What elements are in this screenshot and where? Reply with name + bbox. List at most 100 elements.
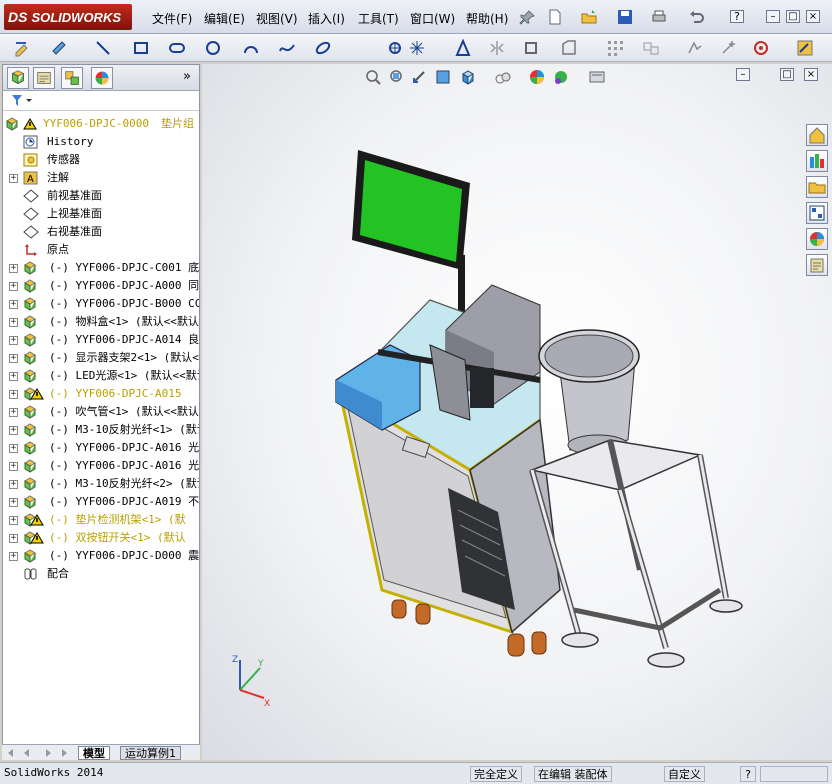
filter-icon[interactable] bbox=[11, 94, 33, 108]
viewport-minimize-icon[interactable]: – bbox=[736, 68, 750, 81]
slot-icon[interactable] bbox=[168, 39, 186, 57]
print-icon[interactable] bbox=[650, 8, 668, 26]
solidworks-resources-icon[interactable] bbox=[806, 124, 828, 146]
graphics-area[interactable]: – □ × Z Y X bbox=[202, 64, 832, 760]
section-view-icon[interactable] bbox=[434, 68, 452, 86]
expand-toggle-icon[interactable]: + bbox=[9, 444, 18, 453]
quick-snaps-icon[interactable] bbox=[752, 39, 770, 57]
tree-item[interactable]: + (-) YYF006-DPJC-A016 光 bbox=[3, 457, 199, 475]
tree-item[interactable]: + (-) 垫片检测机架<1> (默 bbox=[3, 511, 199, 529]
offset-icon[interactable] bbox=[522, 39, 540, 57]
expand-toggle-icon[interactable]: + bbox=[9, 174, 18, 183]
status-help-button[interactable]: ? bbox=[740, 766, 756, 782]
menu-window[interactable]: 窗口(W) bbox=[410, 10, 455, 27]
ellipse-icon[interactable] bbox=[314, 39, 332, 57]
tree-item[interactable]: + (-) YYF006-DPJC-A015 bbox=[3, 385, 199, 403]
status-units-field[interactable] bbox=[760, 766, 828, 782]
tree-item[interactable]: History bbox=[3, 133, 199, 151]
tree-item[interactable]: + (-) YYF006-DPJC-A016 光 bbox=[3, 439, 199, 457]
view-settings-icon[interactable] bbox=[588, 68, 606, 86]
view-palette-icon[interactable] bbox=[806, 202, 828, 224]
expand-toggle-icon[interactable]: + bbox=[9, 498, 18, 507]
circle-icon[interactable] bbox=[204, 39, 222, 57]
expand-toggle-icon[interactable]: + bbox=[9, 300, 18, 309]
tree-item[interactable]: + A 注解 bbox=[3, 169, 199, 187]
restore-button[interactable]: □ bbox=[786, 10, 800, 23]
expand-toggle-icon[interactable]: + bbox=[9, 552, 18, 561]
expand-toggle-icon[interactable]: + bbox=[9, 282, 18, 291]
feature-tree-tab-icon[interactable] bbox=[7, 67, 29, 89]
tree-item[interactable]: + (-) LED光源<1> (默认<<默认 bbox=[3, 367, 199, 385]
expand-toggle-icon[interactable]: + bbox=[9, 336, 18, 345]
solidworks-logo[interactable]: DS SOLIDWORKS bbox=[4, 4, 132, 30]
rectangle-icon[interactable] bbox=[132, 39, 150, 57]
tree-item[interactable]: + (-) YYF006-DPJC-C001 底 bbox=[3, 259, 199, 277]
help-button[interactable]: ? bbox=[730, 10, 744, 23]
expand-toggle-icon[interactable]: + bbox=[9, 516, 18, 525]
viewport-restore-icon[interactable]: □ bbox=[780, 68, 794, 81]
menu-file[interactable]: 文件(F) bbox=[152, 10, 192, 27]
linear-pattern-icon[interactable] bbox=[606, 39, 624, 57]
save-icon[interactable] bbox=[616, 8, 634, 26]
sketch-icon[interactable] bbox=[14, 39, 32, 57]
tree-item[interactable]: + (-) M3-10反射光纤<2> (默认 bbox=[3, 475, 199, 493]
tab-motion-study[interactable]: 运动算例1 bbox=[120, 746, 181, 760]
expand-toggle-icon[interactable]: + bbox=[9, 318, 18, 327]
status-custom[interactable]: 自定义 bbox=[664, 766, 705, 782]
expand-toggle-icon[interactable]: + bbox=[9, 534, 18, 543]
tree-item[interactable]: 原点 bbox=[3, 241, 199, 259]
menu-tools[interactable]: 工具(T) bbox=[358, 10, 399, 27]
rapid-sketch-icon[interactable] bbox=[796, 39, 814, 57]
arc-icon[interactable] bbox=[242, 39, 260, 57]
menu-insert[interactable]: 插入(I) bbox=[308, 10, 345, 27]
tab-model[interactable]: 模型 bbox=[78, 746, 110, 760]
centerline-icon[interactable] bbox=[408, 39, 426, 57]
expand-toggle-icon[interactable]: + bbox=[9, 372, 18, 381]
tree-item[interactable]: 传感器 bbox=[3, 151, 199, 169]
text-icon[interactable] bbox=[454, 39, 472, 57]
display-relations-icon[interactable] bbox=[686, 39, 704, 57]
tree-item[interactable]: + (-) YYF006-DPJC-D000 震 bbox=[3, 547, 199, 565]
tree-item[interactable]: + (-) 显示器支架2<1> (默认<9 bbox=[3, 349, 199, 367]
design-library-icon[interactable] bbox=[806, 150, 828, 172]
tree-root-assembly[interactable]: YYF006-DPJC-0000 垫片组 bbox=[3, 115, 199, 133]
previous-view-icon[interactable] bbox=[410, 68, 428, 86]
display-style-icon[interactable] bbox=[494, 68, 512, 86]
panel-expand-button[interactable]: » bbox=[183, 69, 191, 84]
expand-toggle-icon[interactable]: + bbox=[9, 408, 18, 417]
tree-item[interactable]: + (-) 吹气管<1> (默认<<默认> bbox=[3, 403, 199, 421]
tree-item[interactable]: + (-) YYF006-DPJC-B000 CC bbox=[3, 295, 199, 313]
tree-item[interactable]: + (-) M3-10反射光纤<1> (默认 bbox=[3, 421, 199, 439]
tree-item[interactable]: 上视基准面 bbox=[3, 205, 199, 223]
move-entities-icon[interactable] bbox=[642, 39, 660, 57]
file-explorer-icon[interactable] bbox=[806, 176, 828, 198]
zoom-area-icon[interactable] bbox=[388, 68, 406, 86]
menu-edit[interactable]: 编辑(E) bbox=[204, 10, 245, 27]
spline-icon[interactable] bbox=[278, 39, 296, 57]
viewport-close-icon[interactable]: × bbox=[804, 68, 818, 81]
tree-item[interactable]: + (-) 物料盒<1> (默认<<默认 bbox=[3, 313, 199, 331]
zoom-to-fit-icon[interactable] bbox=[364, 68, 382, 86]
minimize-button[interactable]: – bbox=[766, 10, 780, 23]
open-folder-icon[interactable] bbox=[580, 8, 598, 26]
apply-scene-icon[interactable] bbox=[552, 68, 570, 86]
expand-toggle-icon[interactable]: + bbox=[9, 390, 18, 399]
smart-dimension-icon[interactable] bbox=[50, 39, 68, 57]
edit-appearance-icon[interactable] bbox=[528, 68, 546, 86]
view-orientation-icon[interactable] bbox=[458, 68, 476, 86]
tree-item[interactable]: + (-) YYF006-DPJC-A000 同 bbox=[3, 277, 199, 295]
close-button[interactable]: × bbox=[806, 10, 820, 23]
tree-item[interactable]: + (-) YYF006-DPJC-A014 良 bbox=[3, 331, 199, 349]
menu-help[interactable]: 帮助(H) bbox=[466, 10, 508, 27]
tree-item[interactable]: 右视基准面 bbox=[3, 223, 199, 241]
menu-view[interactable]: 视图(V) bbox=[256, 10, 298, 27]
line-icon[interactable] bbox=[94, 39, 112, 57]
custom-properties-icon[interactable] bbox=[806, 254, 828, 276]
pushpin-icon[interactable] bbox=[518, 9, 536, 27]
new-document-icon[interactable] bbox=[546, 8, 564, 26]
point-icon[interactable] bbox=[386, 39, 404, 57]
expand-toggle-icon[interactable]: + bbox=[9, 264, 18, 273]
repair-sketch-icon[interactable] bbox=[720, 39, 738, 57]
property-manager-tab-icon[interactable] bbox=[33, 67, 55, 89]
tree-item[interactable]: 配合 bbox=[3, 565, 199, 583]
